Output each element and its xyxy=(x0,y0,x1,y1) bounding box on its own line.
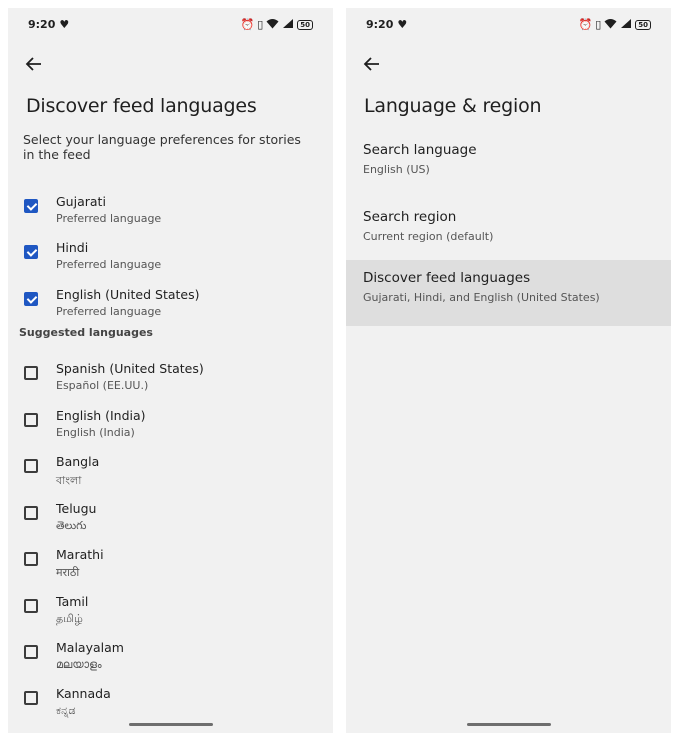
alarm-icon: ⏰ xyxy=(240,18,255,31)
wifi-icon xyxy=(266,18,279,32)
language-subtitle: తెలుగు xyxy=(56,519,87,532)
checkbox-icon[interactable] xyxy=(24,459,38,473)
language-subtitle: Preferred language xyxy=(56,305,162,318)
language-option-spanish-us[interactable]: Spanish (United States) Español (EE.UU.) xyxy=(8,361,333,403)
language-option-english-india[interactable]: English (India) English (India) xyxy=(8,408,333,450)
heart-icon: ♥ xyxy=(397,18,408,31)
setting-search-region[interactable]: Search region Current region (default) xyxy=(346,199,671,265)
back-arrow-icon[interactable] xyxy=(360,52,384,76)
language-option-telugu[interactable]: Telugu తెలుగు xyxy=(8,501,333,543)
language-subtitle: मराठी xyxy=(56,566,80,579)
language-option-kannada[interactable]: Kannada ಕನ್ನಡ xyxy=(8,686,333,728)
language-option-gujarati[interactable]: Gujarati Preferred language xyxy=(8,194,333,236)
status-bar: 9:20 ♥ ⏰ ▯ 50 xyxy=(346,18,671,38)
setting-name: Search language xyxy=(363,142,477,158)
alarm-icon: ⏰ xyxy=(578,18,593,31)
signal-icon xyxy=(282,18,294,32)
language-subtitle: বাংলা xyxy=(56,474,82,487)
language-option-marathi[interactable]: Marathi मराठी xyxy=(8,547,333,589)
checkbox-icon[interactable] xyxy=(24,645,38,659)
battery-icon: 50 xyxy=(635,20,651,30)
navigation-handle[interactable] xyxy=(466,723,551,726)
language-option-english-us[interactable]: English (United States) Preferred langua… xyxy=(8,287,333,329)
navigation-handle[interactable] xyxy=(128,723,213,726)
language-name: Tamil xyxy=(56,594,89,609)
language-subtitle: ಕನ್ನಡ xyxy=(56,704,76,717)
language-name: Marathi xyxy=(56,547,104,562)
status-bar: 9:20 ♥ ⏰ ▯ 50 xyxy=(8,18,333,38)
checkbox-icon[interactable] xyxy=(24,506,38,520)
language-name: Spanish (United States) xyxy=(56,361,204,376)
language-option-bangla[interactable]: Bangla বাংলা xyxy=(8,454,333,496)
heart-icon: ♥ xyxy=(59,18,70,31)
checkbox-checked-icon[interactable] xyxy=(24,199,38,213)
back-arrow-icon[interactable] xyxy=(22,52,46,76)
language-subtitle: Español (EE.UU.) xyxy=(56,379,149,392)
suggested-languages-heading: Suggested languages xyxy=(19,326,153,339)
setting-value: English (US) xyxy=(363,163,430,176)
setting-value: Gujarati, Hindi, and English (United Sta… xyxy=(363,291,600,304)
language-subtitle: English (India) xyxy=(56,426,135,439)
checkbox-icon[interactable] xyxy=(24,599,38,613)
checkbox-icon[interactable] xyxy=(24,691,38,705)
signal-icon xyxy=(620,18,632,32)
page-title: Discover feed languages xyxy=(26,95,257,117)
vibrate-icon: ▯ xyxy=(257,18,264,31)
wifi-icon xyxy=(604,18,617,32)
language-subtitle: മലയാളം xyxy=(56,658,102,671)
language-subtitle: Preferred language xyxy=(56,212,162,225)
language-name: Hindi xyxy=(56,240,89,255)
discover-feed-languages-screen: 9:20 ♥ ⏰ ▯ 50 Discover feed languages Sel… xyxy=(8,8,333,733)
language-option-hindi[interactable]: Hindi Preferred language xyxy=(8,240,333,282)
language-name: Bangla xyxy=(56,454,100,469)
checkbox-checked-icon[interactable] xyxy=(24,292,38,306)
page-title: Language & region xyxy=(364,95,542,117)
language-name: English (India) xyxy=(56,408,146,423)
checkbox-icon[interactable] xyxy=(24,366,38,380)
language-subtitle: Preferred language xyxy=(56,258,162,271)
checkbox-icon[interactable] xyxy=(24,552,38,566)
language-name: Malayalam xyxy=(56,640,124,655)
language-region-screen: 9:20 ♥ ⏰ ▯ 50 Language & region Search la… xyxy=(346,8,671,733)
setting-name: Discover feed languages xyxy=(363,270,531,286)
language-option-malayalam[interactable]: Malayalam മലയാളം xyxy=(8,640,333,682)
setting-name: Search region xyxy=(363,209,457,225)
page-subtitle: Select your language preferences for sto… xyxy=(23,132,301,162)
checkbox-checked-icon[interactable] xyxy=(24,245,38,259)
setting-value: Current region (default) xyxy=(363,230,494,243)
language-name: English (United States) xyxy=(56,287,200,302)
setting-search-language[interactable]: Search language English (US) xyxy=(346,132,671,198)
language-name: Telugu xyxy=(56,501,97,516)
status-time: 9:20 ♥ xyxy=(28,18,70,31)
battery-icon: 50 xyxy=(297,20,313,30)
language-name: Gujarati xyxy=(56,194,106,209)
checkbox-icon[interactable] xyxy=(24,413,38,427)
language-name: Kannada xyxy=(56,686,111,701)
language-subtitle: தமிழ் xyxy=(56,612,83,625)
vibrate-icon: ▯ xyxy=(595,18,602,31)
status-time: 9:20 ♥ xyxy=(366,18,408,31)
language-option-tamil[interactable]: Tamil தமிழ் xyxy=(8,594,333,636)
setting-discover-feed-languages[interactable]: Discover feed languages Gujarati, Hindi,… xyxy=(346,260,671,326)
